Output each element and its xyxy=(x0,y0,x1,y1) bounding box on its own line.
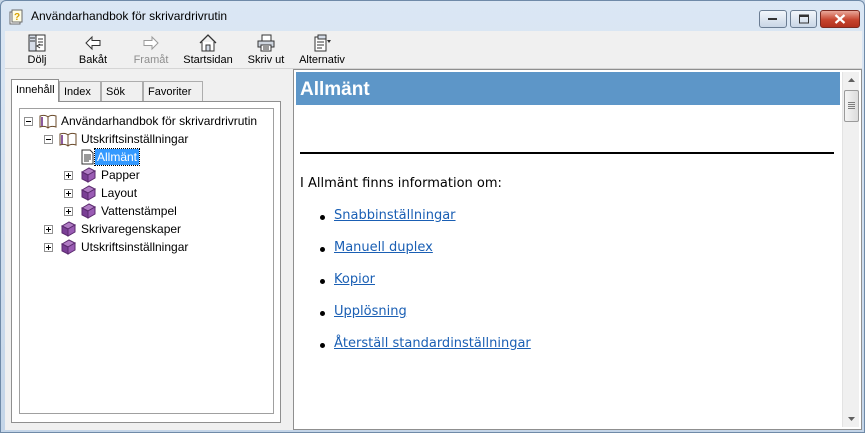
bullet-icon xyxy=(320,311,325,316)
title-bar[interactable]: ? Användarhandbok för skrivardrivrutin xyxy=(1,1,864,31)
tree-node-general[interactable]: Allmänt xyxy=(78,148,272,166)
expand-toggle[interactable] xyxy=(64,189,73,198)
printer-icon xyxy=(257,34,275,52)
back-arrow-icon xyxy=(85,35,101,51)
contents-panel: Användarhandbok för skrivardrivrutin Uts… xyxy=(11,101,281,423)
print-label: Skriv ut xyxy=(247,54,285,66)
tree-node-label: Skrivaregenskaper xyxy=(81,222,182,236)
maximize-icon xyxy=(798,14,809,24)
link-manual-duplex[interactable]: Manuell duplex xyxy=(334,240,433,255)
tab-contents-label: Innehåll xyxy=(16,84,55,96)
closed-book-icon xyxy=(80,167,97,183)
divider xyxy=(300,152,834,154)
tree-node-print-settings[interactable]: Utskriftsinställningar xyxy=(44,130,272,148)
topic-title: Allmänt xyxy=(300,79,370,100)
forward-arrow-icon xyxy=(143,35,159,51)
help-file-icon: ? xyxy=(9,9,25,25)
tree-node-label: Layout xyxy=(101,186,138,200)
navigation-pane: Innehåll Index Sök Favoriter Användarhan… xyxy=(5,69,287,430)
topic-intro: I Allmänt finns information om: xyxy=(300,176,502,191)
tree-node-handbook[interactable]: Användarhandbok för skrivardrivrutin xyxy=(24,112,272,130)
page-icon xyxy=(81,149,94,165)
bullet-icon xyxy=(320,215,325,220)
help-window: ? Användarhandbok för skrivardrivrutin D… xyxy=(0,0,865,433)
tab-favorites[interactable]: Favoriter xyxy=(143,81,203,101)
options-label: Alternativ xyxy=(299,54,345,66)
tab-index-label: Index xyxy=(64,86,91,98)
minimize-icon xyxy=(768,18,777,20)
scroll-thumb[interactable] xyxy=(844,90,859,122)
options-button[interactable]: Alternativ xyxy=(297,31,347,69)
tree-node-label: Användarhandbok för skrivardrivrutin xyxy=(61,114,258,128)
expand-toggle[interactable] xyxy=(64,171,73,180)
home-button[interactable]: Startsidan xyxy=(181,31,235,69)
close-icon xyxy=(834,14,846,24)
tree-node-label: Vattenstämpel xyxy=(101,204,177,218)
link-quick-settings[interactable]: Snabbinställningar xyxy=(334,208,456,223)
topic-pane: Allmänt I Allmänt finns information om: … xyxy=(293,69,862,430)
close-button[interactable] xyxy=(820,10,860,28)
svg-text:?: ? xyxy=(14,12,20,23)
contents-tree[interactable]: Användarhandbok för skrivardrivrutin Uts… xyxy=(19,108,274,414)
bullet-icon xyxy=(320,247,325,252)
back-button[interactable]: Bakåt xyxy=(67,31,119,69)
vertical-scrollbar[interactable] xyxy=(842,72,859,427)
tree-node-paper[interactable]: Papper xyxy=(64,166,272,184)
tab-search[interactable]: Sök xyxy=(101,81,143,101)
bullet-icon xyxy=(320,343,325,348)
closed-book-icon xyxy=(80,185,97,201)
hide-label: Dölj xyxy=(27,54,47,66)
expand-toggle[interactable] xyxy=(64,207,73,216)
tree-node-printer-properties[interactable]: Skrivaregenskaper xyxy=(44,220,272,238)
tree-node-label: Utskriftsinställningar xyxy=(81,132,189,146)
tab-favorites-label: Favoriter xyxy=(148,86,192,98)
back-label: Bakåt xyxy=(78,54,108,66)
tree-node-label: Utskriftsinställningar xyxy=(81,240,189,254)
tree-node-layout[interactable]: Layout xyxy=(64,184,272,202)
tab-search-label: Sök xyxy=(106,86,125,98)
minimize-button[interactable] xyxy=(759,10,787,28)
topic-header: Allmänt xyxy=(296,72,840,105)
toolbar: Dölj Bakåt Framåt Startsidan Skriv ut Al… xyxy=(5,31,862,69)
hide-button[interactable]: Dölj xyxy=(11,31,63,69)
maximize-button[interactable] xyxy=(790,10,817,28)
collapse-toggle[interactable] xyxy=(44,135,53,144)
home-label: Startsidan xyxy=(183,54,233,66)
link-resolution[interactable]: Upplösning xyxy=(334,304,407,319)
tree-node-print-settings-2[interactable]: Utskriftsinställningar xyxy=(44,238,272,256)
print-button[interactable]: Skriv ut xyxy=(241,31,291,69)
link-copies[interactable]: Kopior xyxy=(334,272,375,287)
closed-book-icon xyxy=(60,221,77,237)
collapse-toggle[interactable] xyxy=(24,117,33,126)
window-title: Användarhandbok för skrivardrivrutin xyxy=(31,9,228,23)
content-area: Innehåll Index Sök Favoriter Användarhan… xyxy=(5,69,862,430)
hide-pane-icon xyxy=(28,34,46,52)
closed-book-icon xyxy=(60,239,77,255)
tab-contents[interactable]: Innehåll xyxy=(11,79,59,102)
closed-book-icon xyxy=(80,203,97,219)
link-restore-defaults[interactable]: Återställ standardinställningar xyxy=(334,336,531,351)
open-book-icon xyxy=(39,114,57,129)
scroll-up-icon[interactable] xyxy=(843,72,860,89)
scroll-down-icon[interactable] xyxy=(843,410,860,427)
forward-button[interactable]: Framåt xyxy=(123,31,179,69)
tree-node-label: Papper xyxy=(101,168,140,182)
forward-label: Framåt xyxy=(133,54,169,66)
options-icon xyxy=(314,34,331,52)
tree-node-watermark[interactable]: Vattenstämpel xyxy=(64,202,272,220)
home-icon xyxy=(199,34,217,52)
tree-node-label-selected: Allmänt xyxy=(93,148,141,166)
tab-index[interactable]: Index xyxy=(59,81,101,101)
bullet-icon xyxy=(320,279,325,284)
expand-toggle[interactable] xyxy=(44,225,53,234)
expand-toggle[interactable] xyxy=(44,243,53,252)
open-book-icon xyxy=(59,132,77,147)
